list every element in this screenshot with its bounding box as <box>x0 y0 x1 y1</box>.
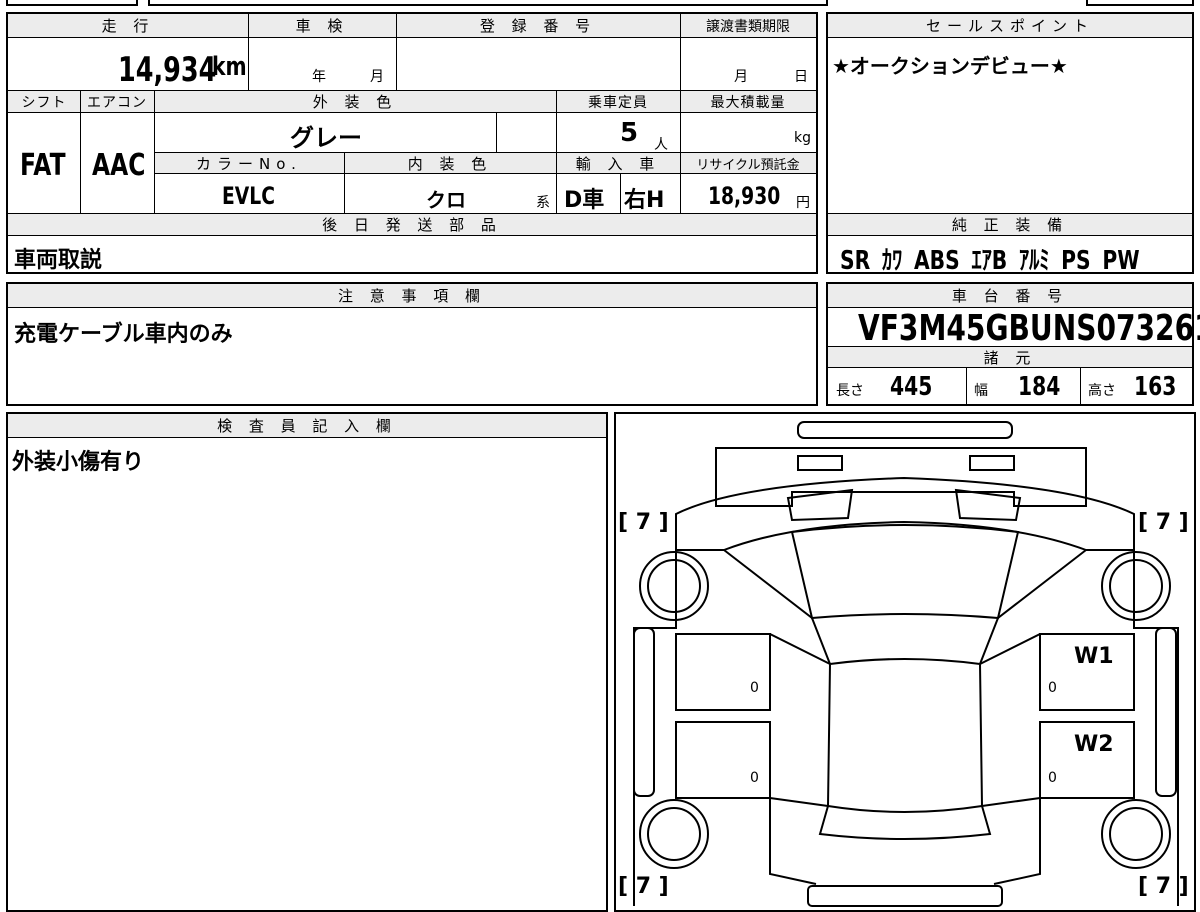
genuine-equipment-value: SR ｶﾜ ABS ｴｱB ｱﾙﾐ PS PW <box>840 246 1140 276</box>
headlight-right <box>954 488 1022 522</box>
wheel-front-right <box>1101 551 1171 621</box>
shift-value: FAT <box>20 148 66 183</box>
rear-bumper <box>807 885 1003 907</box>
capacity-header: 乗車定員 <box>556 91 680 113</box>
int-color-value: クロ <box>426 188 466 212</box>
inspector-value: 外装小傷有り <box>12 450 145 475</box>
genuine-equipment-header: 純 正 装 備 <box>828 214 1192 236</box>
sales-point-value: ★オークションデビュー★ <box>832 54 1068 78</box>
later-parts-value: 車両取説 <box>14 248 103 273</box>
dimensions-header: 諸 元 <box>828 346 1192 368</box>
ac-value: AAC <box>92 148 146 183</box>
front-lamp-left <box>797 455 843 471</box>
width-label: 幅 <box>974 383 988 399</box>
capacity-unit: 人 <box>654 137 668 153</box>
tire-tread-front-left: [ 7 ] <box>618 510 669 535</box>
tire-tread-rear-left: [ 7 ] <box>618 874 669 899</box>
roof <box>826 658 984 813</box>
inspector-box: 検 査 員 記 入 欄 外装小傷有り <box>6 412 608 912</box>
height-label: 高さ <box>1088 383 1116 399</box>
recycle-value: 18,930 <box>708 182 781 210</box>
capacity-value: 5 <box>620 118 639 148</box>
int-color-header: 内 装 色 <box>344 152 556 174</box>
ext-color-header: 外 装 色 <box>154 91 556 113</box>
width-value: 184 <box>1018 372 1061 402</box>
deadline-month: 月 <box>734 69 748 85</box>
front-bumper <box>797 421 1013 439</box>
tire-tread-rear-right: [ 7 ] <box>1138 874 1189 899</box>
shaken-month: 月 <box>370 69 384 85</box>
inspector-header: 検 査 員 記 入 欄 <box>8 414 606 438</box>
shaken-year: 年 <box>312 69 326 85</box>
color-no-value: EVLC <box>222 182 275 210</box>
chassis-box: 車 台 番 号 VF3M45GBUNS073261 諸 元 長さ 445 幅 1… <box>826 282 1200 406</box>
sales-point-box: セールスポイント ★オークションデビュー★ 純 正 装 備 SR ｶﾜ ABS … <box>826 12 1194 276</box>
notes-value: 充電ケーブル車内のみ <box>14 322 233 347</box>
length-value: 445 <box>890 372 933 402</box>
damage-label-w1: W1 <box>1074 644 1114 669</box>
import-value: D車 <box>564 188 605 213</box>
headlight-left <box>786 488 854 522</box>
rear-window <box>818 805 992 840</box>
deadline-day: 日 <box>794 69 808 85</box>
vehicle-info-table: 走 行 車 検 登 録 番 号 譲渡書類期限 14,934 km 年 月 月 日… <box>6 12 818 274</box>
ext-color-value: グレー <box>290 124 362 152</box>
windshield <box>790 524 1020 620</box>
car-diagram-box: [ 7 ] [ 7 ] [ 7 ] [ 7 ] W1 W2 0 0 0 0 <box>614 412 1196 912</box>
sales-point-header: セールスポイント <box>828 14 1192 38</box>
door-rear-left <box>675 721 771 799</box>
wheel-front-left <box>639 551 709 621</box>
door-front-left <box>675 633 771 711</box>
door-mark-2: 0 <box>1048 680 1057 696</box>
wheel-rear-right <box>1101 799 1171 869</box>
shift-header: シフト <box>8 91 80 113</box>
pillar-right <box>979 549 1087 665</box>
registration-header: 登 録 番 号 <box>396 14 680 38</box>
length-label: 長さ <box>836 383 864 399</box>
pillar-left <box>723 549 831 665</box>
chassis-header: 車 台 番 号 <box>828 284 1192 308</box>
handle-value: 右H <box>624 188 665 213</box>
notes-header: 注 意 事 項 欄 <box>8 284 816 308</box>
later-parts-header: 後 日 発 送 部 品 <box>8 214 816 236</box>
top-edge-fragment <box>0 0 1200 8</box>
ac-header: エアコン <box>80 91 154 113</box>
hood <box>675 476 1135 551</box>
mileage-header: 走 行 <box>8 14 248 38</box>
int-color-suffix: 系 <box>536 195 550 211</box>
height-value: 163 <box>1134 372 1177 402</box>
recycle-unit: 円 <box>796 195 810 211</box>
shaken-header: 車 検 <box>248 14 396 38</box>
recycle-header: リサイクル預託金 <box>680 152 816 174</box>
color-no-header: カラーNo. <box>154 152 344 174</box>
front-lamp-right <box>969 455 1015 471</box>
door-mark-1: 0 <box>750 680 759 696</box>
deadline-header: 譲渡書類期限 <box>680 14 816 38</box>
chassis-value: VF3M45GBUNS073261 <box>858 308 1200 349</box>
import-header: 輸 入 車 <box>556 152 680 174</box>
damage-label-w2: W2 <box>1074 732 1114 757</box>
max-load-unit: kg <box>794 130 811 146</box>
door-mark-3: 0 <box>750 770 759 786</box>
max-load-header: 最大積載量 <box>680 91 816 113</box>
notes-box: 注 意 事 項 欄 充電ケーブル車内のみ <box>6 282 818 406</box>
front-panel <box>715 447 1087 507</box>
mileage-unit: km <box>212 52 247 82</box>
wheel-rear-left <box>639 799 709 869</box>
door-mark-4: 0 <box>1048 770 1057 786</box>
tire-tread-front-right: [ 7 ] <box>1138 510 1189 535</box>
